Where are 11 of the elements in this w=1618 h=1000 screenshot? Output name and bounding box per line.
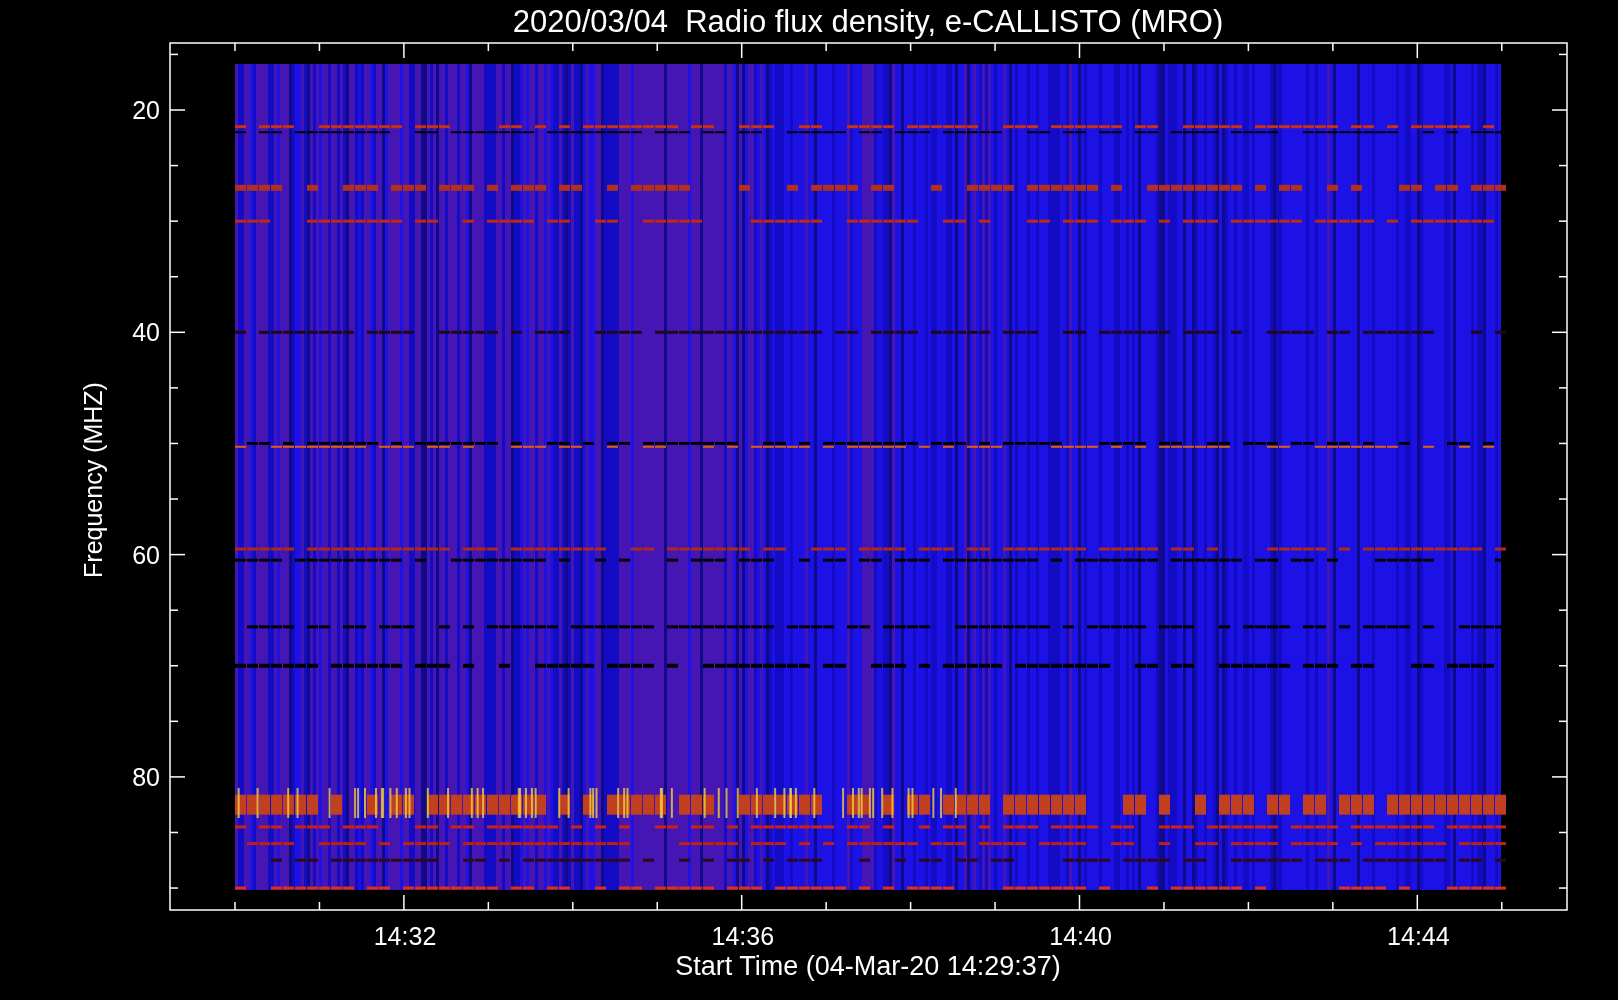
x-axis-label: Start Time (04-Mar-20 14:29:37) bbox=[675, 951, 1061, 981]
y-tick-label: 20 bbox=[132, 96, 160, 124]
y-axis-label: Frequency (MHZ) bbox=[79, 382, 107, 578]
y-tick-label: 80 bbox=[132, 762, 160, 791]
x-tick-label: 14:40 bbox=[1049, 922, 1112, 950]
y-tick-label: 60 bbox=[132, 540, 160, 569]
x-tick-label: 14:44 bbox=[1387, 922, 1450, 950]
y-tick-label: 40 bbox=[132, 318, 160, 347]
x-tick-label: 14:32 bbox=[373, 922, 437, 950]
x-tick-label: 14:36 bbox=[711, 922, 775, 950]
chart-title: 2020/03/04 Radio flux density, e-CALLISTO (MRO) bbox=[512, 4, 1224, 39]
